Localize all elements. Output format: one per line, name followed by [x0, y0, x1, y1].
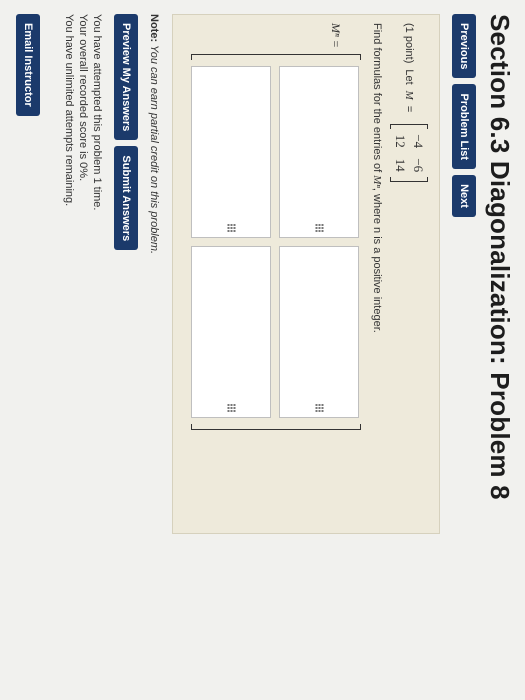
rotated-page: Section 6.3 Diagonalization: Problem 8 P… — [0, 0, 525, 700]
answer-right-bracket — [191, 423, 361, 430]
given-matrix: −4 −6 12 14 — [390, 118, 428, 188]
answer-input-1-1[interactable] — [279, 65, 359, 238]
note-label: Note: — [148, 14, 160, 43]
preview-answers-button[interactable]: Preview My Answers — [114, 14, 138, 141]
answer-input-2-1[interactable] — [191, 65, 271, 238]
attempt-status: You have attempted this problem 1 time. … — [62, 14, 104, 700]
answer-actions: Preview My Answers Submit Answers — [114, 14, 138, 700]
instruction-var: Mⁿ — [371, 175, 383, 188]
next-button[interactable]: Next — [452, 175, 476, 217]
points-label: (1 point) — [403, 23, 415, 64]
score-text: Your overall recorded score is 0%. — [77, 14, 89, 182]
answer-input-2-2[interactable] — [191, 245, 271, 418]
matrix-entries: −4 −6 12 14 — [391, 129, 427, 177]
answer-lhs: Mⁿ = — [329, 23, 343, 48]
problem-page: Section 6.3 Diagonalization: Problem 8 P… — [0, 0, 525, 700]
problem-box: (1 point) Let M = −4 −6 12 14 Find formu… — [172, 14, 440, 534]
equation-editor-icon[interactable] — [227, 223, 236, 234]
matrix-entry: −4 — [411, 134, 426, 149]
matrix-var: M — [403, 90, 415, 100]
partial-credit-note: Note: You can earn partial credit on thi… — [148, 14, 160, 700]
let-text: Let — [403, 69, 415, 85]
answer-matrix — [189, 53, 361, 430]
problem-nav: Previous Problem List Next — [452, 14, 476, 700]
problem-statement: (1 point) Let M = −4 −6 12 14 — [387, 23, 431, 523]
attempts-text: You have attempted this problem 1 time. — [91, 14, 103, 211]
answer-area: Mⁿ = — [189, 23, 361, 523]
matrix-entry: 14 — [393, 158, 408, 172]
instruction-text: Find formulas for the entries of Mⁿ, whe… — [371, 23, 383, 523]
previous-button[interactable]: Previous — [452, 14, 476, 79]
page-title: Section 6.3 Diagonalization: Problem 8 — [485, 14, 515, 500]
instruction-suffix: , where n is a positive integer. — [371, 187, 383, 333]
matrix-entry: −6 — [411, 158, 426, 173]
equals-sign: = — [403, 105, 415, 113]
problem-list-button[interactable]: Problem List — [452, 84, 476, 170]
instruction-prefix: Find formulas for the entries of — [371, 23, 383, 173]
matrix-entry: 12 — [393, 134, 408, 148]
email-instructor-button[interactable]: Email Instructor — [16, 14, 40, 116]
equation-editor-icon[interactable] — [315, 403, 324, 414]
answer-input-1-2[interactable] — [279, 245, 359, 418]
submit-answers-button[interactable]: Submit Answers — [114, 146, 138, 251]
equation-editor-icon[interactable] — [227, 403, 236, 414]
right-bracket — [390, 177, 428, 183]
remaining-text: You have unlimited attempts remaining. — [63, 14, 75, 207]
answer-cells — [189, 60, 361, 424]
note-text: You can earn partial credit on this prob… — [148, 44, 160, 255]
equation-editor-icon[interactable] — [315, 223, 324, 234]
